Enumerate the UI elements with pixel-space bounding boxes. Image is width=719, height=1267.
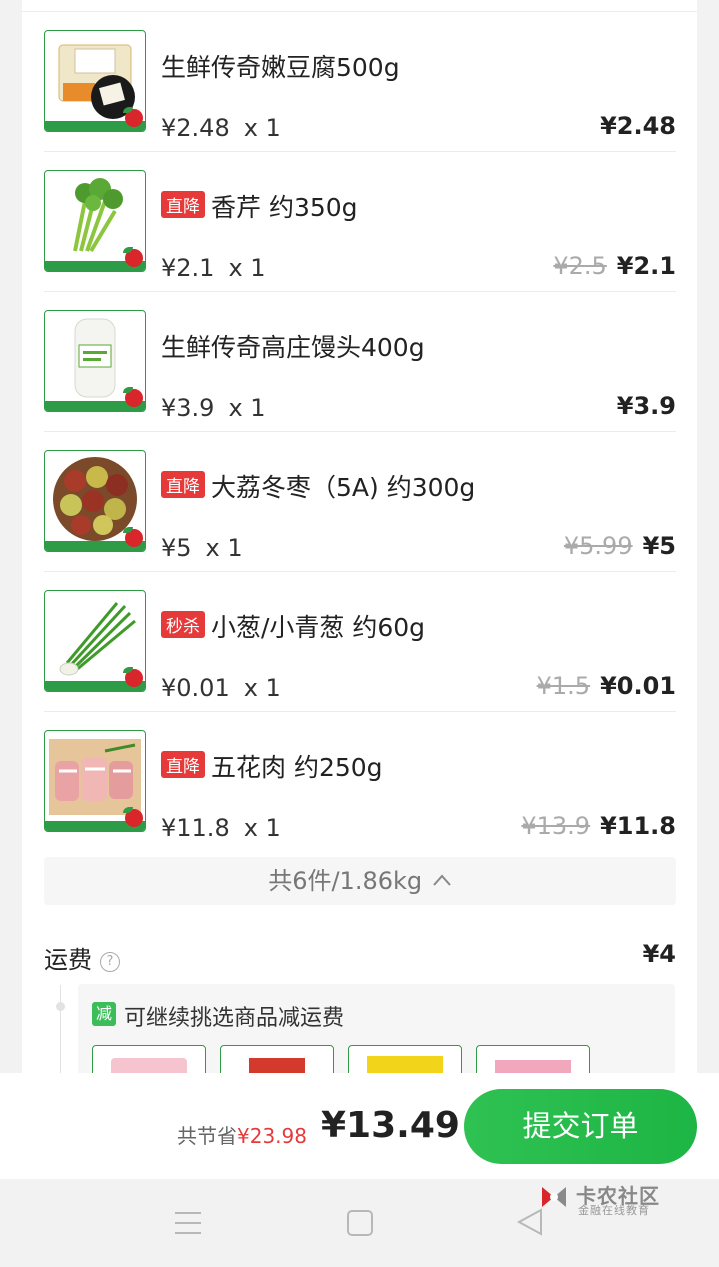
list-item[interactable]: 生鲜传奇高庄馒头400g ¥3.9 x 1 ¥3.9	[44, 292, 676, 432]
unit-price: ¥5 x 1	[161, 534, 243, 562]
product-name: 直降 大荔冬枣（5A) 约300g	[161, 468, 475, 504]
product-name: 生鲜传奇高庄馒头400g	[161, 333, 425, 362]
shipping-price: ¥4	[642, 940, 676, 968]
unit-price: ¥11.8 x 1	[161, 814, 281, 842]
menu-icon[interactable]	[175, 1212, 201, 1234]
tag-badge: 直降	[161, 471, 205, 498]
line-price: ¥13.9 ¥11.8	[521, 812, 676, 840]
promo-text: 可继续挑选商品减运费	[124, 1006, 345, 1031]
line-price: ¥3.9	[616, 392, 676, 420]
quantity: x 1	[205, 534, 243, 562]
submit-order-button[interactable]: 提交订单	[464, 1089, 697, 1164]
quantity: x 1	[243, 814, 281, 842]
list-item[interactable]: 生鲜传奇嫩豆腐500g ¥2.48 x 1 ¥2.48	[44, 12, 676, 152]
product-image-pork-belly	[44, 730, 146, 832]
quantity: x 1	[243, 114, 281, 142]
quantity: x 1	[243, 674, 281, 702]
product-image-mantou	[44, 310, 146, 412]
savings-text: 共节省¥23.98	[177, 1124, 307, 1148]
product-image-jujube	[44, 450, 146, 552]
product-image-scallion	[44, 590, 146, 692]
timeline-rail	[60, 985, 61, 1085]
quantity: x 1	[228, 254, 266, 282]
tag-badge: 秒杀	[161, 611, 205, 638]
shipping-label: 运费	[44, 946, 92, 974]
watermark-logo-icon	[542, 1187, 566, 1207]
quantity: x 1	[228, 394, 266, 422]
unit-price: ¥2.1 x 1	[161, 254, 266, 282]
unit-price: ¥2.48 x 1	[161, 114, 281, 142]
savings-amount: ¥23.98	[237, 1124, 307, 1148]
line-price: ¥5.99 ¥5	[563, 532, 676, 560]
watermark-subtitle: 金融在线教育	[578, 1204, 650, 1217]
home-icon[interactable]	[347, 1210, 373, 1236]
list-item[interactable]: 直降 五花肉 约250g ¥11.8 x 1 ¥13.9 ¥11.8	[44, 712, 676, 852]
line-price: ¥2.5 ¥2.1	[553, 252, 676, 280]
list-item[interactable]: 直降 香芹 约350g ¥2.1 x 1 ¥2.5 ¥2.1	[44, 152, 676, 292]
original-price: ¥2.5	[553, 252, 607, 280]
items-summary: 共6件/1.86kg	[268, 867, 423, 895]
tag-badge: 直降	[161, 191, 205, 218]
list-item[interactable]: 秒杀 小葱/小青葱 约60g ¥0.01 x 1 ¥1.5 ¥0.01	[44, 572, 676, 712]
collapse-items-button[interactable]: 共6件/1.86kg	[44, 857, 676, 905]
reduce-badge: 减	[92, 1002, 116, 1026]
original-price: ¥5.99	[563, 532, 633, 560]
line-price: ¥1.5 ¥0.01	[536, 672, 676, 700]
product-name: 直降 五花肉 约250g	[161, 748, 383, 784]
product-name: 秒杀 小葱/小青葱 约60g	[161, 608, 425, 644]
list-item[interactable]: 直降 大荔冬枣（5A) 约300g ¥5 x 1 ¥5.99 ¥5	[44, 432, 676, 572]
original-price: ¥1.5	[536, 672, 591, 700]
original-price: ¥13.9	[521, 812, 591, 840]
watermark: 卡农社区 金融在线教育	[538, 1180, 688, 1220]
tag-badge: 直降	[161, 751, 205, 778]
product-name: 直降 香芹 约350g	[161, 188, 358, 224]
question-circle-icon[interactable]: ?	[100, 952, 120, 972]
checkout-bar: 共节省¥23.98 ¥13.49 提交订单	[0, 1073, 719, 1179]
product-name: 生鲜传奇嫩豆腐500g	[161, 53, 400, 82]
order-total: ¥13.49	[321, 1105, 460, 1146]
line-price: ¥2.48	[600, 112, 676, 140]
product-image-celery	[44, 170, 146, 272]
shipping-row: 运费?	[44, 940, 120, 975]
product-image-tofu	[44, 30, 146, 132]
unit-price: ¥3.9 x 1	[161, 394, 266, 422]
timeline-dot	[56, 1002, 65, 1011]
chevron-up-icon	[433, 874, 451, 886]
unit-price: ¥0.01 x 1	[161, 674, 281, 702]
